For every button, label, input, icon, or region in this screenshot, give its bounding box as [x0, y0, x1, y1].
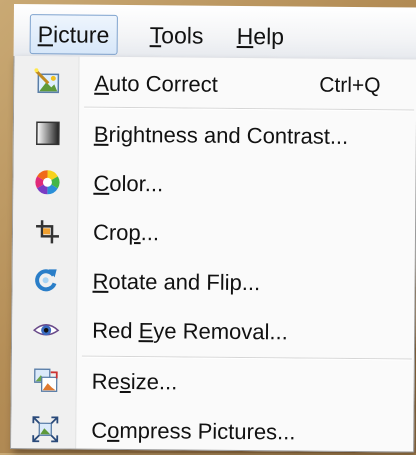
red-eye-icon — [32, 315, 60, 343]
menu-help-label: elp — [253, 23, 285, 50]
menu-item-label: Rotate and Flip... — [92, 268, 261, 296]
menu-item-label: Color... — [93, 170, 164, 197]
menu-item-brightness-contrast[interactable]: Brightness and Contrast... — [14, 111, 416, 159]
menu-item-color[interactable]: Color... — [13, 160, 415, 208]
menu-help[interactable]: Help — [230, 18, 292, 55]
crop-icon — [33, 217, 61, 245]
menu-bar: Picture Tools Help — [13, 4, 416, 62]
compress-pictures-icon — [31, 415, 59, 443]
menu-tools-label: ools — [161, 22, 204, 49]
brightness-contrast-icon — [34, 119, 62, 147]
menu-item-auto-correct[interactable]: Auto Correct Ctrl+Q — [14, 60, 416, 108]
resize-icon — [32, 366, 60, 394]
menu-help-mnemonic: H — [236, 22, 254, 50]
menu-item-label: Resize... — [91, 368, 178, 395]
picture-menu-dropdown: Auto Correct Ctrl+Q Brightness and Contr… — [10, 55, 416, 455]
menu-picture-label: icture — [52, 21, 110, 48]
color-wheel-icon — [33, 168, 61, 196]
menu-tools[interactable]: Tools — [143, 17, 211, 54]
menu-item-resize[interactable]: Resize... — [12, 358, 414, 406]
menu-separator — [84, 106, 415, 112]
rotate-flip-icon — [32, 266, 60, 294]
menu-tools-mnemonic: T — [149, 22, 162, 49]
menu-item-rotate-flip[interactable]: Rotate and Flip... — [12, 258, 414, 306]
shortcut-text: Ctrl+Q — [319, 73, 381, 98]
menu-item-crop[interactable]: Crop... — [13, 209, 415, 257]
menu-item-label: Crop... — [92, 219, 160, 246]
menu-item-compress-pictures[interactable]: Compress Pictures... — [11, 407, 413, 455]
menu-picture[interactable]: Picture — [29, 14, 118, 55]
menu-item-label: Red Eye Removal... — [92, 317, 288, 345]
menu-item-red-eye-removal[interactable]: Red Eye Removal... — [12, 307, 414, 355]
menu-item-label: Auto Correct — [94, 70, 218, 97]
auto-correct-icon — [34, 68, 62, 96]
menu-picture-mnemonic: P — [37, 21, 54, 48]
menu-item-label: Compress Pictures... — [91, 417, 296, 445]
menu-item-label: Brightness and Contrast... — [93, 121, 349, 149]
application-window: Picture Tools Help Auto Correct Ctrl+Q B… — [10, 4, 416, 453]
